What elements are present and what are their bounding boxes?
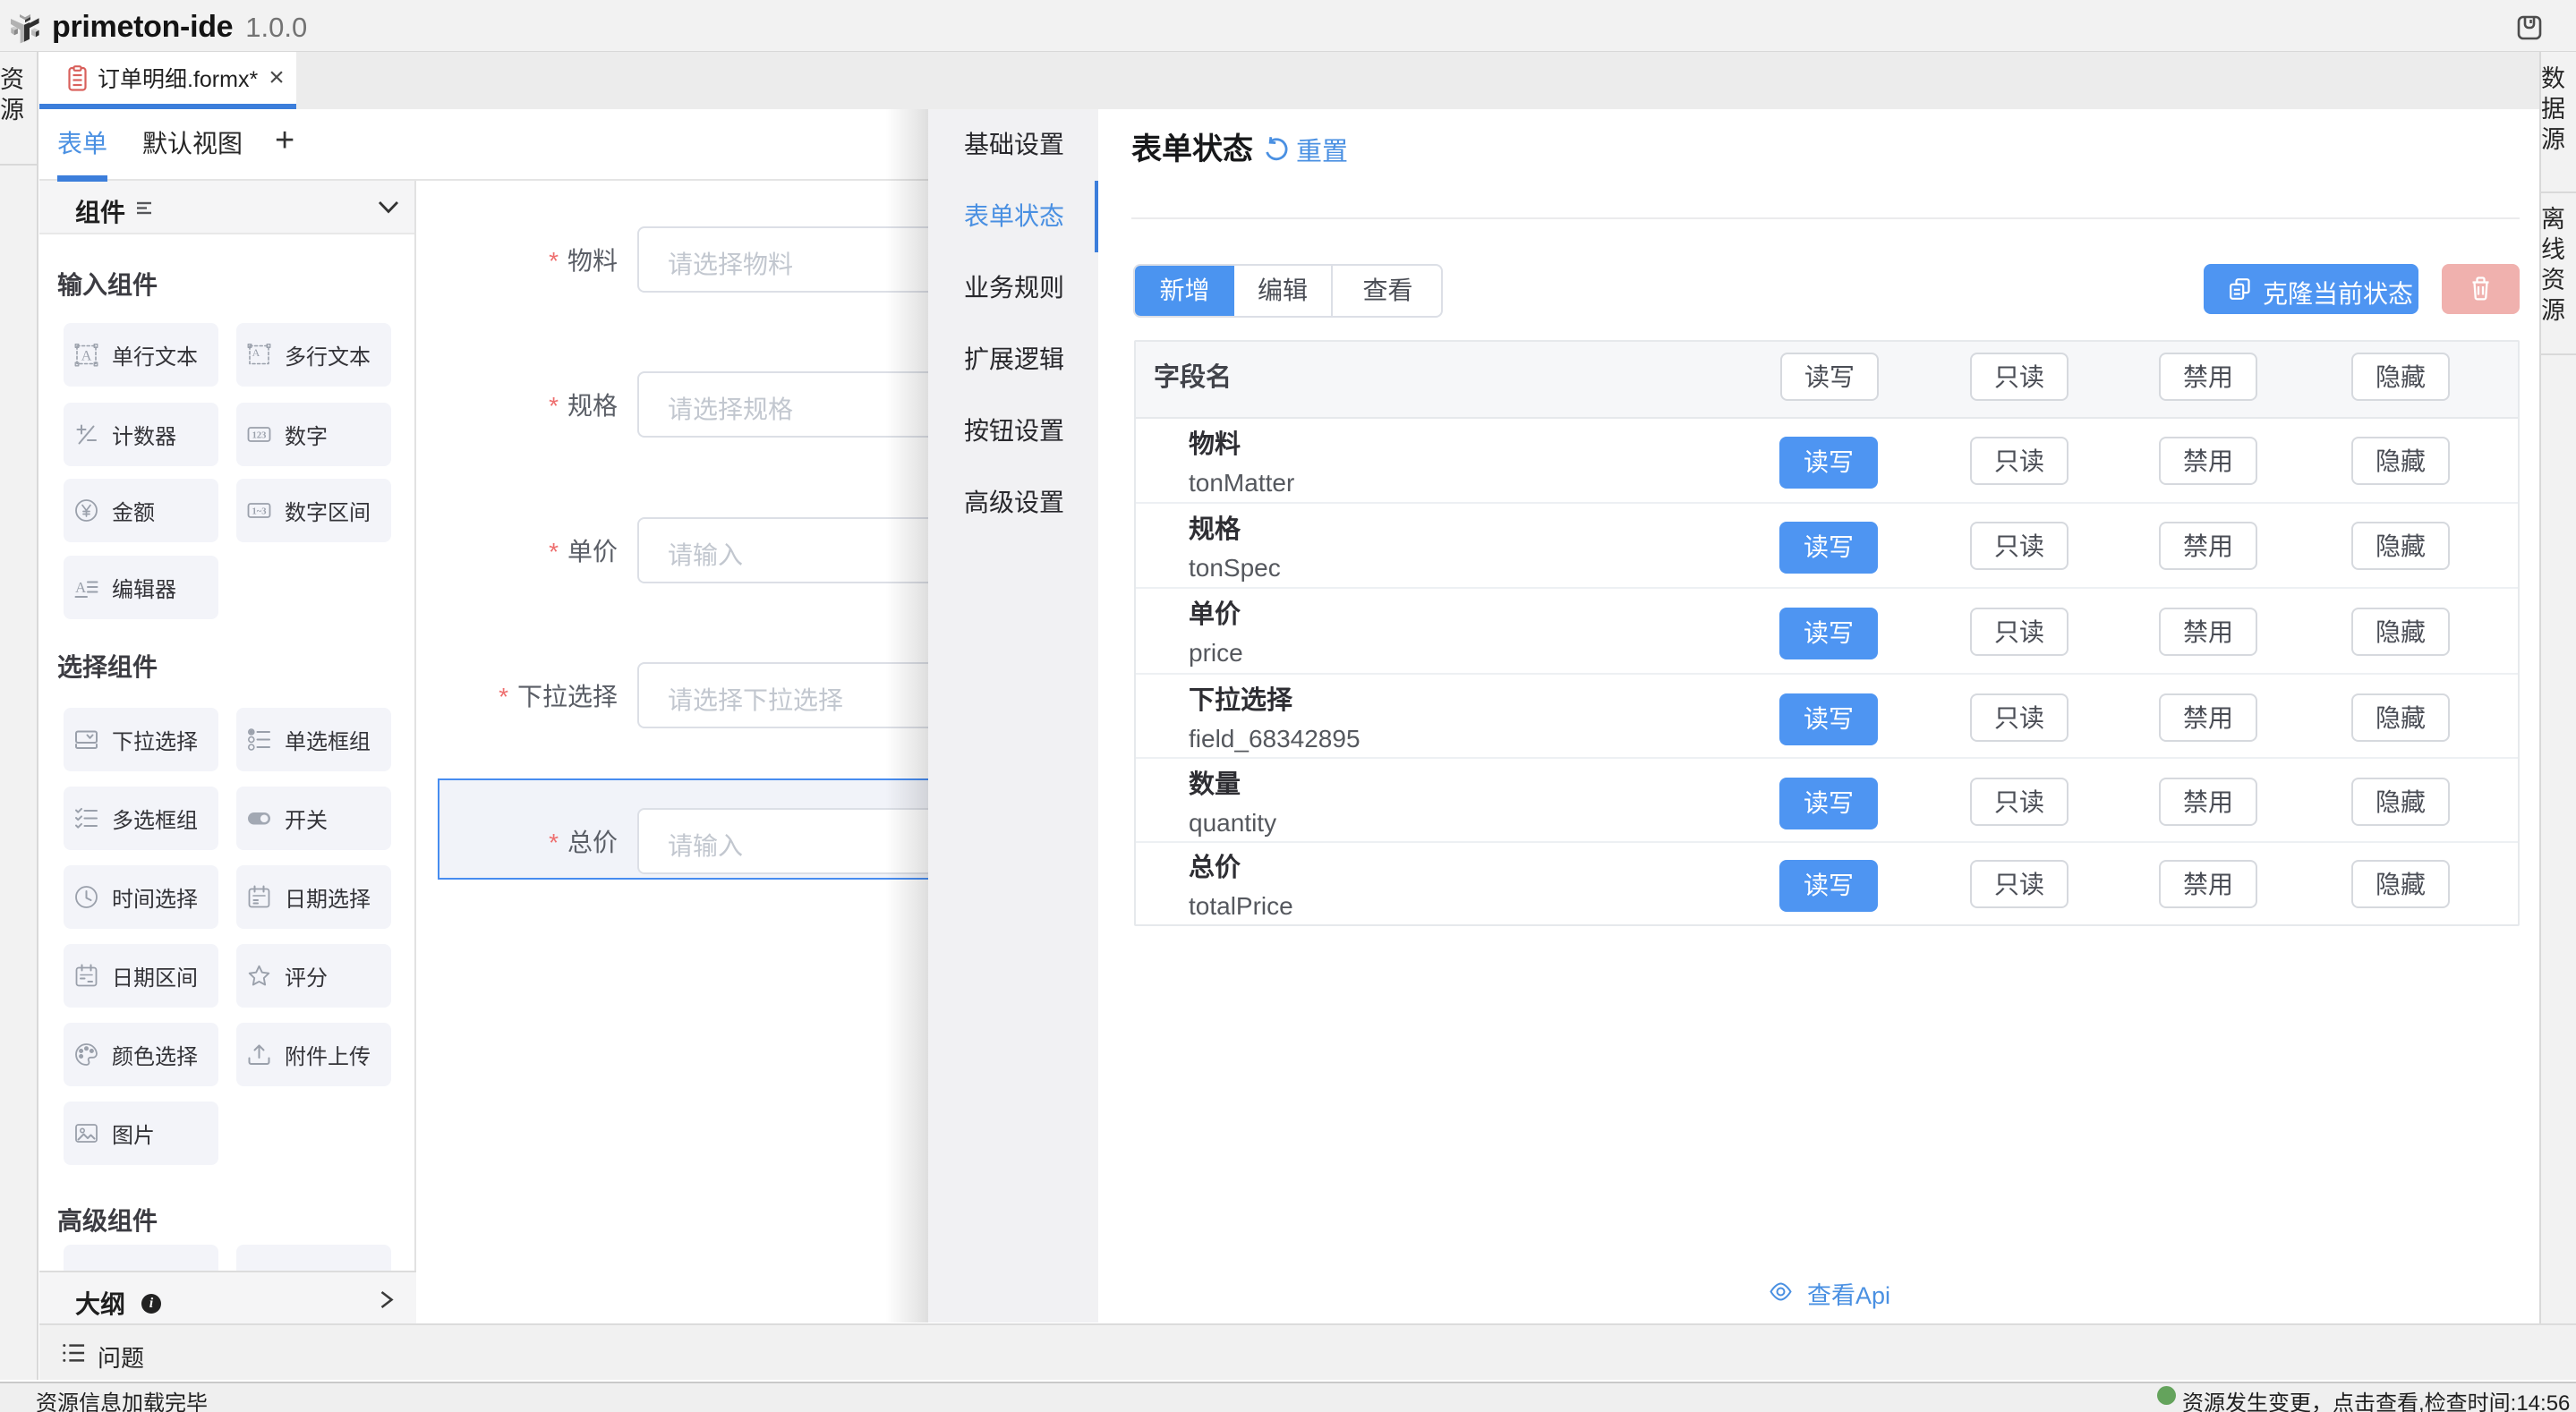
svg-text:A: A [252,346,260,359]
svg-text:1~3: 1~3 [252,507,267,517]
svg-text:123: 123 [252,431,267,441]
svg-text:A: A [81,349,92,364]
svg-text:A: A [75,579,87,596]
